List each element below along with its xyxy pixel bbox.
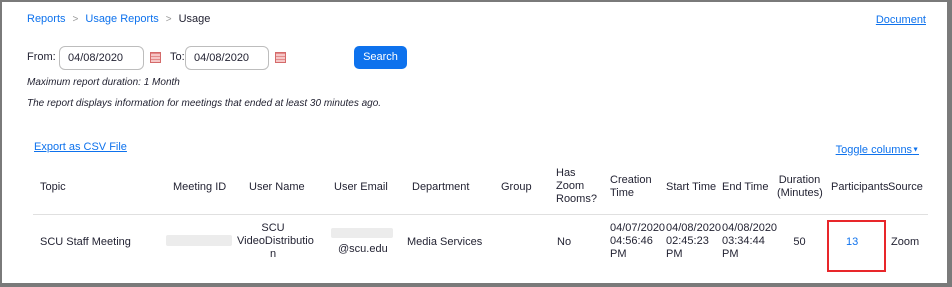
breadcrumb-separator: > <box>165 13 172 25</box>
redacted-email <box>331 228 393 238</box>
cell-start-time: 04/08/2020 02:45:23 PM <box>666 222 721 261</box>
redacted-meeting-id <box>166 235 232 246</box>
header-group[interactable]: Group <box>501 181 532 194</box>
from-label: From: <box>27 51 56 63</box>
max-duration-note: Maximum report duration: 1 Month <box>27 77 180 88</box>
header-line: Duration <box>778 174 821 186</box>
cell-end-time: 04/08/2020 03:34:44 PM <box>722 222 777 261</box>
header-line: Has <box>556 167 576 179</box>
breadcrumb-separator: > <box>72 13 79 25</box>
search-button[interactable]: Search <box>354 46 407 69</box>
cell-line: 03:34:44 <box>722 235 765 247</box>
header-user-name[interactable]: User Name <box>249 181 305 194</box>
header-department[interactable]: Department <box>412 181 469 194</box>
document-link[interactable]: Document <box>876 14 926 26</box>
cell-duration: 50 <box>793 236 806 248</box>
header-source[interactable]: Source <box>888 181 923 194</box>
cell-line: 04/07/2020 <box>610 222 666 234</box>
cell-line: PM <box>666 248 683 260</box>
participants-highlight-box <box>827 220 886 272</box>
toggle-columns-link[interactable]: Toggle columns▼ <box>836 144 919 156</box>
meetings-note: The report displays information for meet… <box>27 98 382 109</box>
header-divider <box>33 214 928 215</box>
cell-line: n <box>269 248 277 260</box>
header-line: Zoom <box>556 180 585 192</box>
cell-user-email: @scu.edu <box>338 243 388 255</box>
toggle-columns-label: Toggle columns <box>835 144 913 156</box>
cell-topic: SCU Staff Meeting <box>40 236 131 248</box>
header-line: Rooms? <box>556 193 597 205</box>
header-line: (Minutes) <box>777 187 823 199</box>
cell-line: 02:45:23 <box>666 235 709 247</box>
cell-line: PM <box>722 248 739 260</box>
header-participants[interactable]: Participants <box>831 181 888 194</box>
cell-line: 04/08/2020 <box>666 222 722 234</box>
cell-line: 04:56:46 <box>610 235 653 247</box>
breadcrumb-current: Usage <box>178 13 211 25</box>
cell-department: Media Services <box>407 236 483 248</box>
breadcrumb-usage-reports[interactable]: Usage Reports <box>85 13 158 25</box>
cell-line: PM <box>610 248 627 260</box>
cell-source: Zoom <box>891 236 920 248</box>
header-user-email[interactable]: User Email <box>334 181 388 194</box>
header-line: Creation <box>610 174 652 186</box>
cell-user-name: SCU VideoDistributio n <box>237 222 314 261</box>
cell-has-zoom-rooms: No <box>557 236 572 248</box>
header-topic[interactable]: Topic <box>40 181 66 194</box>
header-duration[interactable]: Duration (Minutes) <box>777 174 823 200</box>
header-has-zoom-rooms[interactable]: Has Zoom Rooms? <box>556 167 597 206</box>
breadcrumb-reports[interactable]: Reports <box>27 13 66 25</box>
cell-line: VideoDistributio <box>237 235 314 247</box>
export-csv-link[interactable]: Export as CSV File <box>34 141 127 153</box>
calendar-icon[interactable] <box>150 52 161 63</box>
header-creation-time[interactable]: Creation Time <box>610 174 652 200</box>
cell-line: 04/08/2020 <box>722 222 778 234</box>
caret-down-icon: ▼ <box>912 146 919 154</box>
to-date-input[interactable] <box>185 46 269 70</box>
cell-creation-time: 04/07/2020 04:56:46 PM <box>610 222 665 261</box>
header-meeting-id[interactable]: Meeting ID <box>173 181 226 194</box>
to-label: To: <box>170 51 185 63</box>
header-start-time[interactable]: Start Time <box>666 181 716 194</box>
from-date-input[interactable] <box>59 46 144 70</box>
cell-line: SCU <box>261 222 285 234</box>
header-end-time[interactable]: End Time <box>722 181 768 194</box>
calendar-icon[interactable] <box>275 52 286 63</box>
breadcrumb: Reports > Usage Reports > Usage <box>27 13 210 25</box>
header-line: Time <box>610 187 635 199</box>
